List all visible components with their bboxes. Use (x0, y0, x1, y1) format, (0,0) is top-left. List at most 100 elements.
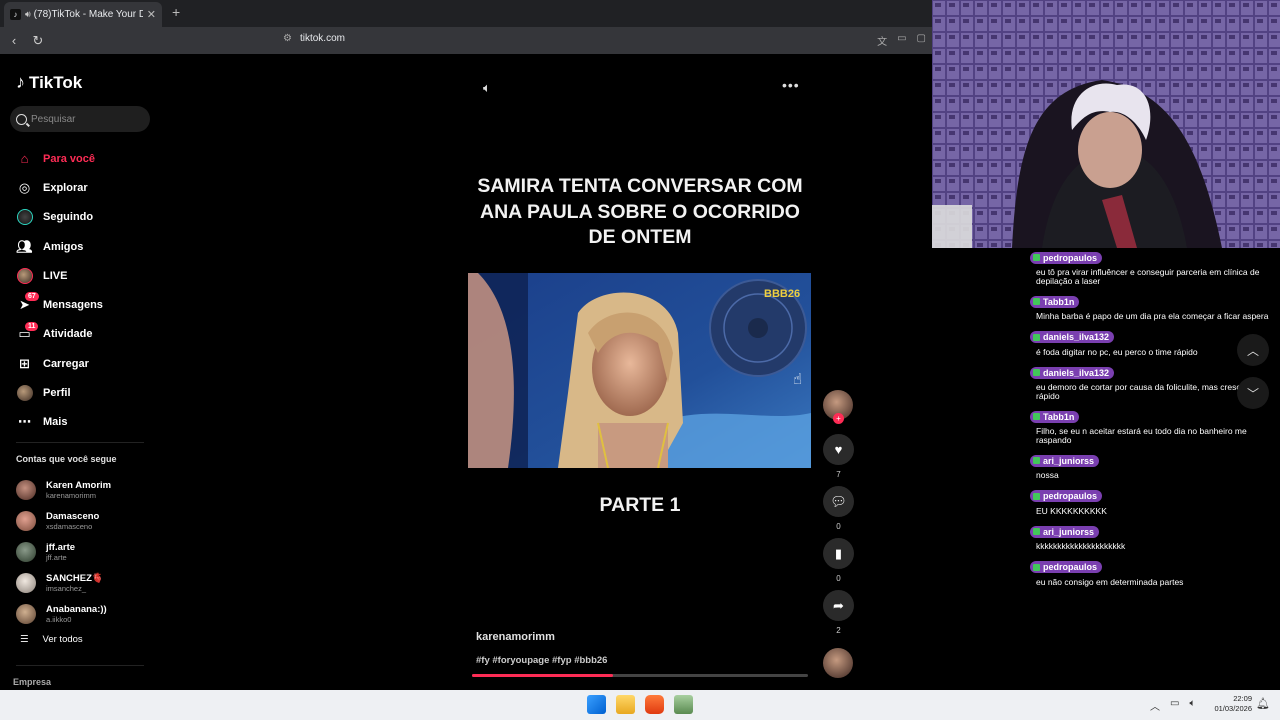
sidebar-item-para-voce[interactable]: ⌂ Para você (16, 144, 156, 173)
volume-icon[interactable]: 🔈︎ (483, 80, 491, 96)
like-count: 7 (836, 470, 841, 479)
video-author[interactable]: karenamorimm (476, 631, 555, 643)
following-list: Karen Amorim karenamorimm Damasceno xsdama… (16, 474, 156, 629)
save-button[interactable]: ▮ (823, 538, 854, 569)
back-icon[interactable]: ‹ (4, 33, 24, 48)
windows-start-icon[interactable] (587, 695, 606, 714)
tiktok-logo[interactable]: ♪ TikTok (16, 72, 82, 93)
sidebar-item-label: Perfil (43, 387, 71, 400)
chat-message: pedropaulos eu não consigo em determinad… (1030, 558, 1270, 587)
previous-video-button[interactable]: ︿ (1237, 334, 1269, 366)
network-icon[interactable]: ▭ (1170, 698, 1179, 713)
avatar (16, 603, 36, 624)
chat-text: Minha barba é papo de um dia pra ela com… (1036, 311, 1269, 321)
volume-tray-icon[interactable]: 🔈︎ (1189, 698, 1195, 713)
see-all-button[interactable]: ☰ Ver todos (20, 634, 83, 645)
following-avatar-icon (16, 209, 33, 226)
sidebar-item-perfil[interactable]: Perfil (16, 378, 156, 407)
chat-username[interactable]: Tabb1n (1030, 410, 1080, 423)
avatar (16, 479, 36, 500)
chat-message: pedropaulos eu tô pra virar influêncer e… (1030, 248, 1270, 285)
upload-icon: ⊞ (19, 355, 30, 371)
chevron-up-icon: ︿ (1246, 343, 1259, 358)
browser-tab-bar: ♪ 🔊︎ (78)TikTok - Make Your Day ✕ + (0, 0, 934, 27)
chat-username[interactable]: daniels_ilva132 (1030, 331, 1115, 343)
comment-button[interactable]: 💬︎ (823, 486, 854, 517)
following-account[interactable]: Karen Amorim karenamorimm (16, 474, 156, 505)
share-button[interactable]: ➦ (823, 590, 854, 621)
sidebar-item-carregar[interactable]: ⊞ Carregar (16, 349, 156, 378)
friends-icon: 👥︎ (16, 238, 33, 254)
badge-icon (1033, 298, 1040, 305)
badge-icon (1033, 413, 1040, 420)
see-all-label: Ver todos (42, 634, 83, 645)
following-account[interactable]: Damasceno xsdamasceno (16, 505, 156, 536)
video-hashtags[interactable]: #fy #foryoupage #fyp #bbb26 (476, 655, 607, 666)
sidebar-item-mensagens[interactable]: ➤ 67 Mensagens (16, 290, 156, 319)
video-progress-bar[interactable] (472, 674, 808, 677)
chat-message: Tabb1n Minha barba é papo de um dia pra … (1030, 292, 1270, 321)
chat-username[interactable]: ari_juniorss (1030, 454, 1100, 467)
url-field[interactable]: ⚙︎ tiktok.com (283, 33, 345, 44)
video-progress-fill (472, 674, 614, 677)
video-part-caption: PARTE 1 (599, 494, 681, 516)
chat-username-text: Tabb1n (1043, 296, 1075, 307)
app-icon[interactable] (674, 695, 693, 714)
sidebar-item-label: Seguindo (43, 211, 94, 224)
sidebar-item-explorar[interactable]: ◎ Explorar (16, 173, 156, 202)
speaker-icon[interactable]: 🔊︎ (25, 9, 31, 20)
badge-icon (1033, 369, 1040, 376)
divider (16, 442, 144, 443)
chat-username[interactable]: pedropaulos (1030, 490, 1103, 502)
new-tab-button[interactable]: + (172, 4, 180, 20)
chat-username[interactable]: pedropaulos (1030, 251, 1103, 264)
sidebar-item-amigos[interactable]: 👥︎ Amigos (16, 232, 156, 261)
chat-username[interactable]: pedropaulos (1030, 561, 1103, 573)
chat-text: é foda digitar no pc, eu perco o time rá… (1036, 346, 1198, 357)
chat-username-text: daniels_ilva132 (1043, 332, 1110, 342)
sidebar-item-live[interactable]: LIVE (16, 261, 156, 290)
video-actions: + ♥ 7 💬︎ 0 ▮ 0 ➦ 2 (823, 390, 855, 636)
chat-username[interactable]: ari_juniorss (1030, 525, 1100, 538)
search-input[interactable]: Pesquisar (10, 106, 150, 132)
search-icon (16, 113, 27, 125)
footer-empresa[interactable]: Empresa (13, 677, 51, 687)
clock-time: 22:09 (1233, 694, 1252, 703)
follow-plus-icon[interactable]: + (833, 413, 844, 424)
cast-icon[interactable]: ▢ (917, 33, 926, 48)
translate-icon[interactable]: 文 (877, 33, 887, 48)
more-icon: ⋯ (18, 414, 31, 430)
taskbar-clock[interactable]: 22:09 01/03/2026 (1208, 694, 1252, 714)
tiktok-sidebar: ♪ TikTok Pesquisar ⌂ Para você ◎ Explora… (0, 54, 160, 690)
sidebar-item-atividade[interactable]: ▭ 11 Atividade (16, 320, 156, 349)
video-frame[interactable]: BBB26 (468, 273, 811, 468)
close-tab-icon[interactable]: ✕ (147, 8, 156, 21)
following-account[interactable]: SANCHEZ🫀 imsanchez_ (16, 567, 156, 598)
bookmark-icon: ▮ (834, 545, 843, 561)
divider (16, 665, 144, 666)
creator-avatar[interactable]: + (823, 390, 853, 424)
sidebar-item-label: Explorar (43, 181, 88, 194)
next-video-button[interactable]: ﹀ (1237, 377, 1269, 409)
file-explorer-icon[interactable] (616, 695, 635, 714)
more-options-icon[interactable]: ••• (782, 77, 800, 93)
browser-tab[interactable]: ♪ 🔊︎ (78)TikTok - Make Your Day ✕ (4, 2, 162, 27)
avatar (16, 541, 36, 562)
tray-chevron-icon[interactable]: ︿ (1150, 698, 1160, 713)
site-settings-icon[interactable]: ⚙︎ (283, 33, 292, 44)
next-creator-avatar[interactable] (823, 648, 853, 678)
account-handle: imsanchez_ (46, 583, 87, 593)
reload-icon[interactable]: ↻ (28, 33, 48, 49)
brave-browser-icon[interactable] (645, 695, 664, 714)
following-account[interactable]: Anabanana:)) a.iikko0 (16, 598, 156, 629)
sidebar-item-mais[interactable]: ⋯ Mais (16, 408, 156, 437)
chat-username[interactable]: daniels_ilva132 (1030, 366, 1115, 379)
reader-icon[interactable]: ▭ (897, 33, 906, 48)
chat-username[interactable]: Tabb1n (1030, 295, 1080, 308)
account-name: Damasceno (46, 510, 100, 522)
following-account[interactable]: jff.arte jff.arte (16, 536, 156, 567)
like-button[interactable]: ♥ (823, 434, 854, 465)
notification-bell-icon[interactable]: 🔔︎ (1256, 697, 1270, 710)
sidebar-item-seguindo[interactable]: Seguindo (16, 203, 156, 232)
chat-username-text: Tabb1n (1043, 411, 1075, 422)
